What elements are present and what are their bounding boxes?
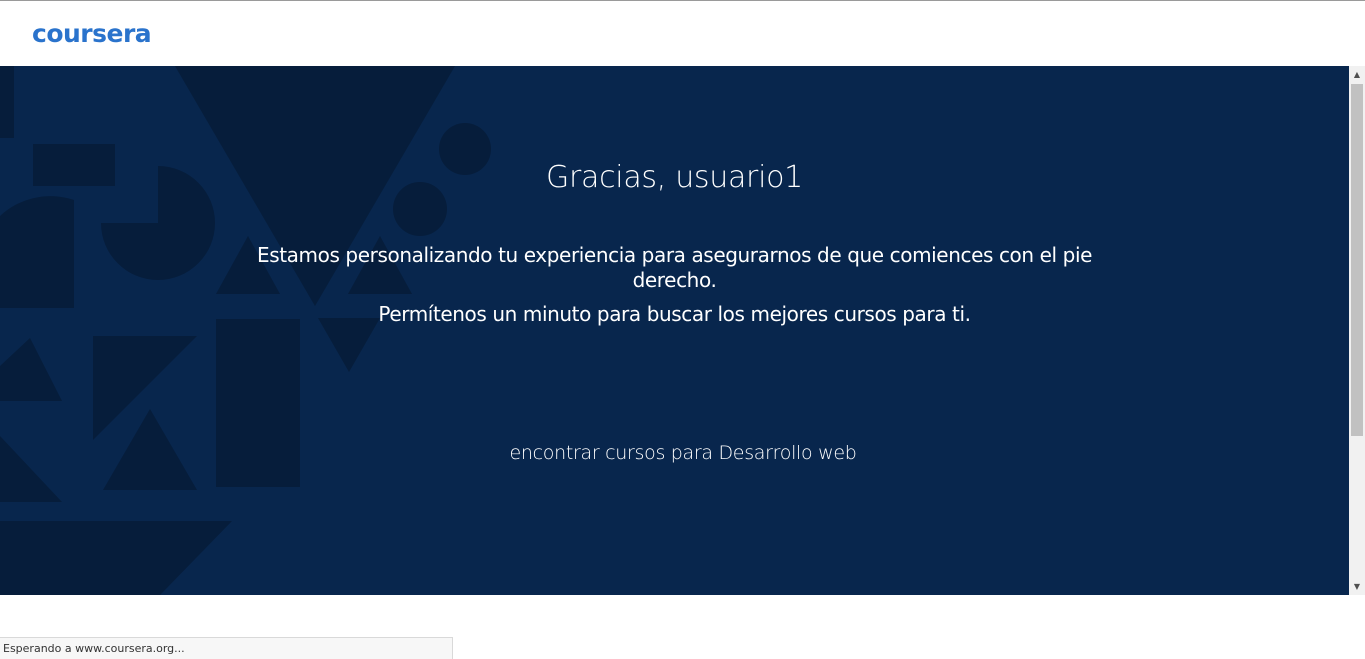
personalizing-message: Estamos personalizando tu experiencia pa… [256,243,1093,292]
coursera-logo[interactable]: coursera [32,19,152,49]
decorative-geometric-background [0,66,491,595]
page-title: Gracias, usuario1 [546,160,803,195]
finding-courses-status: encontrar cursos para Desarrollo web [509,442,857,464]
scroll-up-arrow-icon[interactable]: ▲ [1349,66,1365,83]
bg-bottom-shape [0,521,232,595]
bg-left-triangle-1 [0,338,62,401]
bg-half-disc [0,196,74,308]
browser-status-bar: Esperando a www.coursera.org... [0,637,453,659]
wait-message: Permítenos un minuto para buscar los mej… [378,302,971,326]
bg-bar-left [0,66,14,138]
scrollbar-thumb[interactable] [1351,84,1363,436]
header: coursera [0,1,1365,66]
scroll-down-arrow-icon[interactable]: ▼ [1349,578,1365,595]
hero-panel: Gracias, usuario1 Estamos personalizando… [0,66,1349,595]
